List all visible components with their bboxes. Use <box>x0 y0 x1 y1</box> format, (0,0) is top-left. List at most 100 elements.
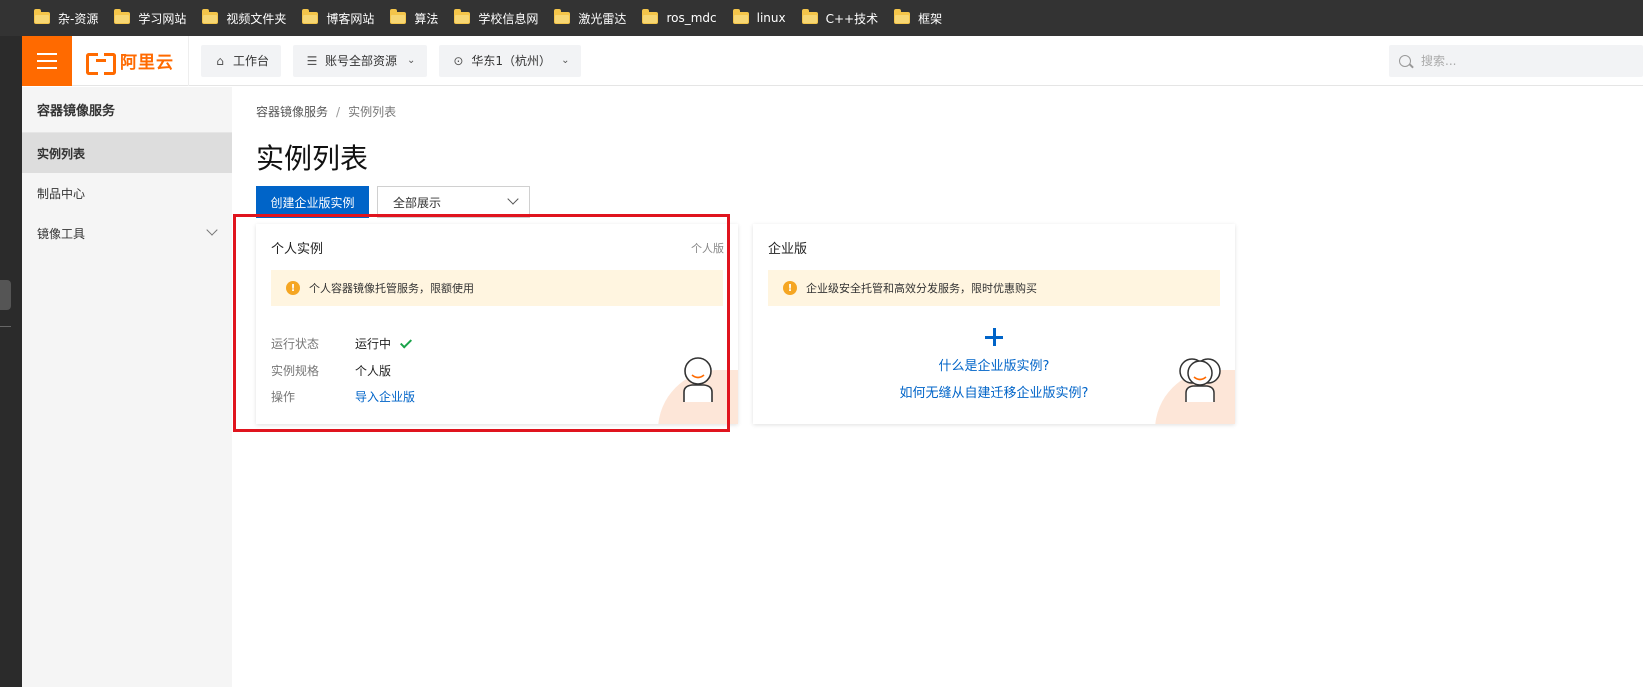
search-input[interactable] <box>1421 54 1621 68</box>
sidebar-title: 容器镜像服务 <box>22 87 232 133</box>
bookmark-label: 学习网站 <box>138 11 187 26</box>
menu-line <box>37 66 57 69</box>
chevron-down-icon <box>206 224 218 236</box>
spec-key: 实例规格 <box>271 364 320 378</box>
browser-side-strip <box>0 36 22 687</box>
sidebar-item-label: 制品中心 <box>37 186 86 201</box>
bookmark-label: 学校信息网 <box>478 11 539 26</box>
folder-icon <box>554 9 571 24</box>
filter-select[interactable]: 全部展示 <box>377 186 530 218</box>
folder-icon <box>894 9 911 24</box>
edition-tag: 个人版 <box>691 242 724 255</box>
side-panel-handle[interactable] <box>0 280 11 310</box>
breadcrumb-separator: / <box>336 104 341 119</box>
aliyun-logo[interactable]: 阿里云 <box>72 35 189 86</box>
folder-icon <box>454 9 471 24</box>
breadcrumb-link[interactable]: 容器镜像服务 <box>256 103 328 120</box>
enterprise-instance-card[interactable]: 企业版 ! 企业级安全托管和高效分发服务，限时优惠购买 什么是企业版实例? 如何… <box>753 224 1235 424</box>
sidebar-item-label: 镜像工具 <box>37 226 86 241</box>
workbench-label: 工作台 <box>233 54 270 68</box>
region-label: 华东1（杭州） <box>471 54 552 68</box>
warning-icon: ! <box>783 281 797 295</box>
action-row: 操作 导入企业版 <box>271 388 415 405</box>
folder-icon <box>732 9 749 24</box>
notice-text: 企业级安全托管和高效分发服务，限时优惠购买 <box>806 282 1037 295</box>
folder-icon <box>801 9 818 24</box>
search-icon <box>1399 55 1411 67</box>
folder-icon <box>202 9 219 24</box>
folder-icon <box>34 9 50 24</box>
folder-icon <box>642 9 659 24</box>
bookmark-label: 激光雷达 <box>578 11 627 26</box>
bookmark-label: 算法 <box>414 11 439 26</box>
sidebar-item-artifact-center[interactable]: 制品中心 <box>22 173 232 213</box>
global-search[interactable] <box>1389 45 1643 77</box>
top-navigation-bar: 阿里云 ⌂ 工作台 ☰ 账号全部资源 ⌄ ⊙ 华东1（杭州） ⌄ <box>22 35 1643 86</box>
notice-text: 个人容器镜像托管服务，限额使用 <box>309 282 474 295</box>
region-dropdown[interactable]: ⊙ 华东1（杭州） ⌄ <box>439 44 582 77</box>
resources-label: 账号全部资源 <box>325 54 398 68</box>
chevron-down-icon: ⌄ <box>407 55 416 66</box>
spec-row: 实例规格 个人版 <box>271 362 391 379</box>
bookmark-folder[interactable]: 博客网站 <box>302 6 374 30</box>
breadcrumb-current: 实例列表 <box>348 105 397 119</box>
sidebar-item-image-tools[interactable]: 镜像工具 <box>22 213 232 253</box>
bookmark-label: 框架 <box>918 11 943 26</box>
sidebar-item-instance-list[interactable]: 实例列表 <box>22 133 232 173</box>
folder-icon <box>114 9 131 24</box>
notice-banner: ! 个人容器镜像托管服务，限额使用 <box>271 270 723 306</box>
bookmark-folder[interactable]: 学校信息网 <box>454 6 538 30</box>
bookmark-folder[interactable]: linux <box>732 6 786 30</box>
card-title: 企业版 <box>768 242 808 257</box>
folder-icon <box>302 9 319 24</box>
bookmark-label: 杂-资源 <box>58 11 99 26</box>
location-pin-icon: ⊙ <box>453 53 464 68</box>
menu-line <box>37 52 57 55</box>
bookmark-folder[interactable]: 激光雷达 <box>554 6 626 30</box>
bookmark-folder[interactable]: 框架 <box>894 6 942 30</box>
bookmark-folder[interactable]: 视频文件夹 <box>202 6 286 30</box>
bookmark-folder[interactable]: 算法 <box>390 6 438 30</box>
sidebar-item-label: 实例列表 <box>37 146 86 161</box>
main-content: 容器镜像服务 / 实例列表 实例列表 创建企业版实例 全部展示 个人实例 个人版… <box>232 87 1643 687</box>
status-value: 运行中 <box>355 335 413 352</box>
bookmark-label: 博客网站 <box>326 11 375 26</box>
menu-line <box>37 59 57 62</box>
workbench-button[interactable]: ⌂ 工作台 <box>201 44 282 77</box>
hamburger-menu-button[interactable] <box>22 35 72 86</box>
bookmark-folder[interactable]: C++技术 <box>801 6 879 30</box>
chevron-down-icon: ⌄ <box>561 55 570 66</box>
bookmarks-bar: 杂-资源 学习网站 视频文件夹 博客网站 算法 学校信息网 激光雷达 ros_m… <box>0 0 1643 36</box>
bookmark-label: C++技术 <box>825 11 879 26</box>
page-title: 实例列表 <box>256 142 369 175</box>
personal-instance-card[interactable]: 个人实例 个人版 ! 个人容器镜像托管服务，限额使用 运行状态 运行中 实例规格… <box>256 224 738 424</box>
sidebar: 容器镜像服务 实例列表 制品中心 镜像工具 <box>22 87 232 687</box>
user-avatar-icon <box>683 357 713 402</box>
status-row: 运行状态 运行中 <box>271 335 413 352</box>
brand-name: 阿里云 <box>120 53 174 73</box>
what-is-enterprise-link[interactable]: 什么是企业版实例? <box>753 355 1235 374</box>
action-key: 操作 <box>271 390 296 404</box>
plus-icon[interactable] <box>985 328 1003 346</box>
bookmark-label: ros_mdc <box>666 11 717 25</box>
filter-select-value: 全部展示 <box>393 195 442 210</box>
bookmark-folder[interactable]: ros_mdc <box>642 6 717 30</box>
breadcrumb: 容器镜像服务 / 实例列表 <box>256 103 396 120</box>
folder-icon <box>390 9 407 24</box>
import-enterprise-link[interactable]: 导入企业版 <box>355 388 415 405</box>
chevron-down-icon <box>507 193 519 205</box>
status-text: 运行中 <box>355 337 392 351</box>
create-enterprise-instance-button[interactable]: 创建企业版实例 <box>256 186 369 218</box>
status-key: 运行状态 <box>271 337 320 351</box>
spec-value: 个人版 <box>355 364 392 378</box>
bookmark-folder[interactable]: 学习网站 <box>114 6 186 30</box>
database-icon: ☰ <box>306 53 318 68</box>
bookmark-label: linux <box>756 11 786 25</box>
notice-banner: ! 企业级安全托管和高效分发服务，限时优惠购买 <box>768 270 1220 306</box>
console-app: 阿里云 ⌂ 工作台 ☰ 账号全部资源 ⌄ ⊙ 华东1（杭州） ⌄ 容器镜像服务 … <box>22 35 1643 687</box>
bookmark-folder[interactable]: 杂-资源 <box>34 6 98 30</box>
aliyun-logo-icon <box>86 52 116 75</box>
bookmark-label: 视频文件夹 <box>226 11 287 26</box>
resources-dropdown[interactable]: ☰ 账号全部资源 ⌄ <box>293 44 428 77</box>
divider <box>0 326 11 327</box>
